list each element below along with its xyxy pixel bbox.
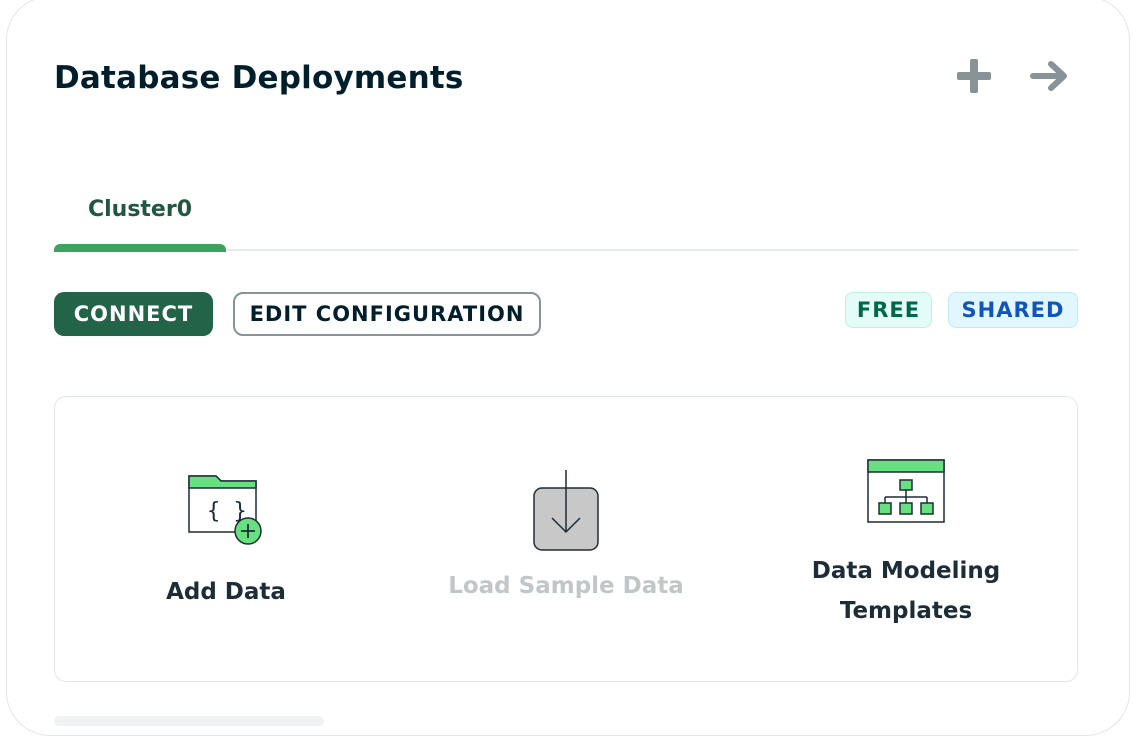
connect-button[interactable]: CONNECT — [54, 292, 213, 336]
edit-configuration-button[interactable]: EDIT CONFIGURATION — [233, 292, 541, 336]
active-tab-indicator — [54, 244, 226, 252]
free-badge: FREE — [845, 292, 932, 328]
shared-badge: SHARED — [948, 292, 1078, 328]
data-modeling-label-line2: Templates — [839, 598, 973, 624]
tab-divider — [226, 249, 1078, 251]
add-deployment-button[interactable] — [954, 56, 994, 96]
next-section-stub — [54, 716, 324, 726]
data-modeling-label-line1: Data Modeling — [811, 558, 1001, 584]
download-icon — [533, 470, 599, 551]
arrow-right-icon — [1030, 61, 1067, 91]
add-data-label: Add Data — [166, 579, 286, 605]
load-sample-data-action[interactable]: Load Sample Data — [426, 468, 706, 606]
folder-add-icon: { } — [188, 475, 262, 545]
page-title: Database Deployments — [54, 60, 464, 96]
data-modeling-templates-action[interactable]: Data Modeling Templates — [786, 459, 1026, 631]
view-all-button[interactable] — [1030, 56, 1070, 96]
add-data-action[interactable]: { } Add Data — [146, 472, 306, 612]
tab-label: Cluster0 — [87, 197, 193, 222]
hierarchy-template-icon — [867, 459, 945, 523]
plus-icon — [957, 59, 991, 93]
load-sample-data-label: Load Sample Data — [448, 573, 684, 599]
tab-cluster0[interactable]: Cluster0 — [54, 190, 226, 252]
